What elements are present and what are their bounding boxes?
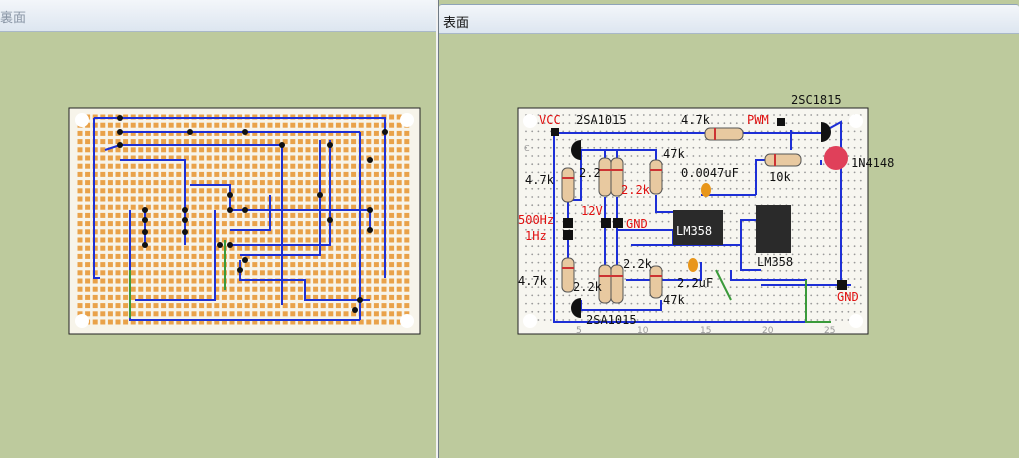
r22c-label: 2.2k <box>623 257 653 271</box>
q3-label: 2SC1815 <box>791 93 842 107</box>
axis-label: 25 <box>824 326 835 336</box>
q2-label: 2SA1015 <box>586 313 637 327</box>
r47k-top-label: 47k <box>663 147 685 161</box>
r22a-label: 2.2 <box>579 166 601 180</box>
component-side-pane: 表面 VCC 2SA1015 4.7k PWM 2SC1815 47k 2.2 … <box>438 0 1019 458</box>
v12-label: 12V <box>581 204 603 218</box>
axis-label: 5 <box>576 326 582 336</box>
vcc-label: VCC <box>539 113 561 127</box>
gnd1-label: GND <box>626 217 648 231</box>
axis-label: 10 <box>637 326 649 336</box>
pwm-label: PWM <box>747 113 769 127</box>
q1-label: 2SA1015 <box>576 113 627 127</box>
ic2-body <box>756 205 791 253</box>
r10k-label: 10k <box>769 170 791 184</box>
freq2-label: 1Hz <box>525 229 547 243</box>
r47-left-label: 4.7k <box>525 173 555 187</box>
diode-label: 1N4148 <box>851 156 894 170</box>
component-side-board[interactable]: VCC 2SA1015 4.7k PWM 2SC1815 47k 2.2 2.2… <box>439 0 1019 458</box>
r22b-label: 2.2k <box>621 183 651 197</box>
r-top-label: 4.7k <box>681 113 711 127</box>
ic2-label: LM358 <box>757 255 793 269</box>
c-small-label: 0.0047uF <box>681 166 739 180</box>
r22d-label: 2.2k <box>573 280 603 294</box>
gnd2-label: GND <box>837 290 859 304</box>
row-label-c: C <box>524 144 530 153</box>
solder-side-board[interactable] <box>0 0 436 458</box>
c-big-label: 2.2uF <box>677 276 713 290</box>
freq1-label: 500Hz <box>518 213 554 227</box>
axis-label: 15 <box>700 326 711 336</box>
capacitor-big <box>688 258 698 272</box>
solder-side-pane: 裏面 <box>0 0 436 458</box>
ic1-label: LM358 <box>676 224 712 238</box>
capacitor-small <box>701 183 711 197</box>
r47k-bot-label: 47k <box>663 293 685 307</box>
diode-body <box>824 146 848 170</box>
r47-left2-label: 4.7k <box>518 274 548 288</box>
axis-label: 20 <box>762 326 774 336</box>
